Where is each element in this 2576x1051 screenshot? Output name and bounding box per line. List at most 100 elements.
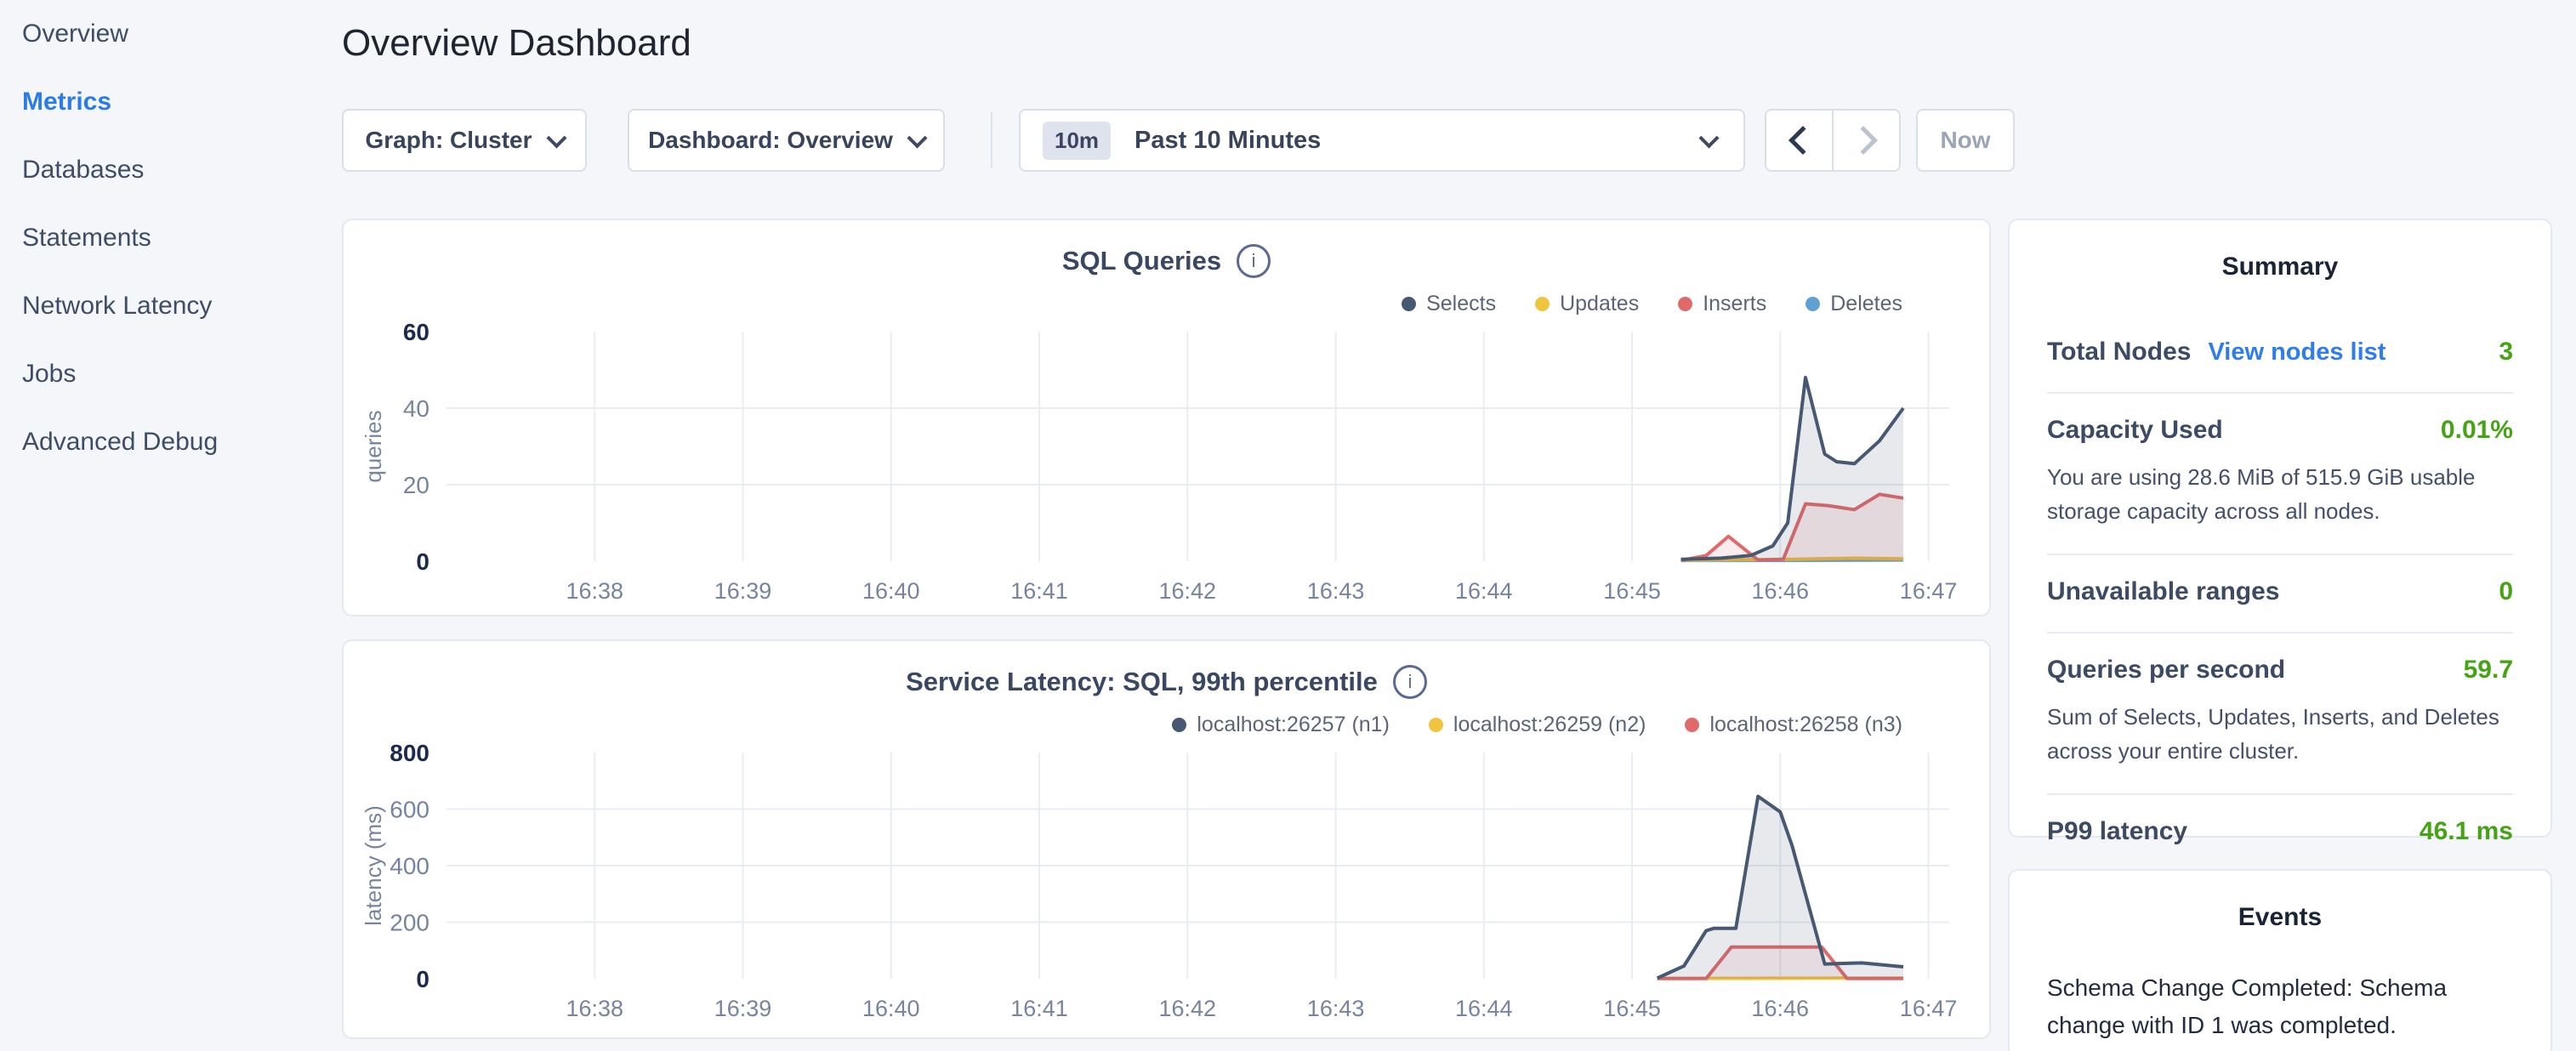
legend-label: Deletes bbox=[1830, 292, 1902, 316]
db-console-app: Overview Metrics Databases Statements Ne… bbox=[0, 0, 2576, 1051]
chart-title: SQL Queries bbox=[1062, 246, 1221, 276]
legend-item[interactable]: Inserts bbox=[1678, 292, 1766, 316]
summary-label: P99 latency bbox=[2047, 817, 2187, 846]
svg-text:0: 0 bbox=[416, 966, 429, 992]
svg-text:40: 40 bbox=[403, 395, 429, 422]
service-latency-chart-card: Service Latency: SQL, 99th percentile i … bbox=[342, 639, 1991, 1039]
now-button[interactable]: Now bbox=[1916, 109, 2015, 172]
svg-text:queries: queries bbox=[361, 410, 386, 482]
summary-label: Queries per second bbox=[2047, 656, 2285, 685]
chart-title: Service Latency: SQL, 99th percentile bbox=[906, 667, 1378, 697]
svg-text:60: 60 bbox=[403, 323, 429, 345]
legend-label: localhost:26257 (n1) bbox=[1197, 713, 1390, 737]
chevron-left-icon bbox=[1788, 126, 1817, 155]
svg-text:600: 600 bbox=[390, 797, 429, 823]
sidebar-item-overview[interactable]: Overview bbox=[0, 0, 323, 68]
sidebar-item-metrics[interactable]: Metrics bbox=[0, 68, 323, 136]
summary-value: 3 bbox=[2499, 338, 2513, 366]
svg-text:16:41: 16:41 bbox=[1010, 578, 1068, 604]
summary-row-total-nodes: Total Nodes View nodes list 3 bbox=[2047, 315, 2513, 392]
svg-text:16:40: 16:40 bbox=[862, 996, 920, 1021]
legend-dot-icon bbox=[1535, 297, 1550, 311]
time-forward-button[interactable] bbox=[1834, 111, 1899, 170]
graph-dropdown-label: Graph: Cluster bbox=[365, 127, 532, 154]
chevron-down-icon bbox=[907, 128, 927, 148]
legend-dot-icon bbox=[1402, 297, 1416, 311]
toolbar-divider bbox=[991, 112, 992, 168]
summary-label: Capacity Used bbox=[2047, 416, 2223, 445]
summary-value: 0.01% bbox=[2441, 416, 2513, 445]
info-icon[interactable]: i bbox=[1237, 244, 1271, 278]
sql-queries-chart: 16:38 16:39 16:40 16:41 16:42 16:43 16:44 16:45… bbox=[344, 323, 1993, 605]
graph-dropdown[interactable]: Graph: Cluster bbox=[342, 109, 587, 172]
svg-text:16:43: 16:43 bbox=[1307, 996, 1365, 1021]
svg-text:16:45: 16:45 bbox=[1603, 996, 1661, 1021]
legend-label: localhost:26258 (n3) bbox=[1709, 713, 1902, 737]
time-range-label: Past 10 Minutes bbox=[1134, 127, 1321, 155]
main-content: Overview Dashboard Graph: Cluster Dashbo… bbox=[342, 0, 1991, 1051]
svg-text:16:41: 16:41 bbox=[1010, 996, 1068, 1021]
svg-text:400: 400 bbox=[390, 853, 429, 879]
time-range-badge: 10m bbox=[1043, 122, 1111, 160]
sql-queries-chart-card: SQL Queries i Selects Updates Inserts Delet… bbox=[342, 219, 1991, 616]
sidebar-item-statements[interactable]: Statements bbox=[0, 204, 323, 272]
summary-label: Total Nodes bbox=[2047, 338, 2191, 366]
time-range-dropdown[interactable]: 10m Past 10 Minutes bbox=[1019, 109, 1745, 172]
summary-row-queries-per-second: Queries per second 59.7 Sum of Selects, … bbox=[2047, 632, 2513, 793]
sidebar-item-jobs[interactable]: Jobs bbox=[0, 340, 323, 408]
svg-text:16:47: 16:47 bbox=[1900, 578, 1958, 604]
chevron-right-icon bbox=[1849, 126, 1878, 155]
chevron-down-icon bbox=[546, 128, 566, 148]
legend-item[interactable]: Deletes bbox=[1805, 292, 1902, 316]
summary-description: You are using 28.6 MiB of 515.9 GiB usab… bbox=[2047, 460, 2513, 528]
summary-value: 46.1 ms bbox=[2420, 817, 2513, 846]
sidebar-item-network-latency[interactable]: Network Latency bbox=[0, 272, 323, 340]
time-back-button[interactable] bbox=[1766, 111, 1834, 170]
svg-text:16:39: 16:39 bbox=[714, 996, 772, 1021]
svg-text:16:47: 16:47 bbox=[1900, 996, 1958, 1021]
summary-description: Sum of Selects, Updates, Inserts, and De… bbox=[2047, 700, 2513, 768]
chart-legend: localhost:26257 (n1) localhost:26259 (n2)… bbox=[1172, 713, 1902, 737]
svg-text:16:39: 16:39 bbox=[714, 578, 772, 604]
summary-value: 0 bbox=[2499, 577, 2513, 606]
svg-text:16:44: 16:44 bbox=[1455, 578, 1513, 604]
view-nodes-list-link[interactable]: View nodes list bbox=[2208, 338, 2386, 366]
summary-row-p99-latency: P99 latency 46.1 ms bbox=[2047, 793, 2513, 872]
info-icon[interactable]: i bbox=[1393, 665, 1427, 699]
summary-row-capacity-used: Capacity Used 0.01% You are using 28.6 M… bbox=[2047, 392, 2513, 554]
summary-panel: Summary Total NodesView nodes list 3 Cap… bbox=[2008, 219, 2552, 838]
chevron-down-icon bbox=[1698, 128, 1719, 148]
summary-row-unavailable-ranges: Unavailable ranges 0 bbox=[2047, 554, 2513, 632]
svg-text:800: 800 bbox=[390, 744, 429, 766]
legend-item[interactable]: localhost:26257 (n1) bbox=[1172, 713, 1390, 737]
svg-text:latency (ms): latency (ms) bbox=[361, 805, 386, 926]
legend-dot-icon bbox=[1685, 718, 1699, 732]
legend-item[interactable]: localhost:26259 (n2) bbox=[1429, 713, 1646, 737]
legend-dot-icon bbox=[1805, 297, 1820, 311]
svg-text:16:45: 16:45 bbox=[1603, 578, 1661, 604]
legend-item[interactable]: Selects bbox=[1402, 292, 1496, 316]
events-panel-title: Events bbox=[2010, 903, 2550, 932]
legend-dot-icon bbox=[1678, 297, 1692, 311]
event-item: Schema Change Completed: Schema change w… bbox=[2047, 969, 2513, 1044]
legend-label: Updates bbox=[1560, 292, 1639, 316]
svg-text:16:38: 16:38 bbox=[566, 996, 624, 1021]
page-title: Overview Dashboard bbox=[342, 22, 691, 65]
summary-label: Unavailable ranges bbox=[2047, 577, 2279, 606]
svg-text:16:40: 16:40 bbox=[862, 578, 920, 604]
svg-text:16:46: 16:46 bbox=[1752, 996, 1810, 1021]
svg-text:16:42: 16:42 bbox=[1159, 578, 1217, 604]
legend-label: Selects bbox=[1426, 292, 1496, 316]
svg-text:16:43: 16:43 bbox=[1307, 578, 1365, 604]
dashboard-dropdown[interactable]: Dashboard: Overview bbox=[628, 109, 945, 172]
legend-item[interactable]: Updates bbox=[1535, 292, 1639, 316]
legend-item[interactable]: localhost:26258 (n3) bbox=[1685, 713, 1902, 737]
events-panel: Events Schema Change Completed: Schema c… bbox=[2008, 869, 2552, 1051]
legend-label: localhost:26259 (n2) bbox=[1453, 713, 1646, 737]
svg-text:16:38: 16:38 bbox=[566, 578, 624, 604]
svg-text:16:44: 16:44 bbox=[1455, 996, 1513, 1021]
legend-label: Inserts bbox=[1703, 292, 1766, 316]
sidebar-item-databases[interactable]: Databases bbox=[0, 136, 323, 204]
sidebar-item-advanced-debug[interactable]: Advanced Debug bbox=[0, 408, 323, 476]
dashboard-dropdown-label: Dashboard: Overview bbox=[648, 127, 893, 154]
